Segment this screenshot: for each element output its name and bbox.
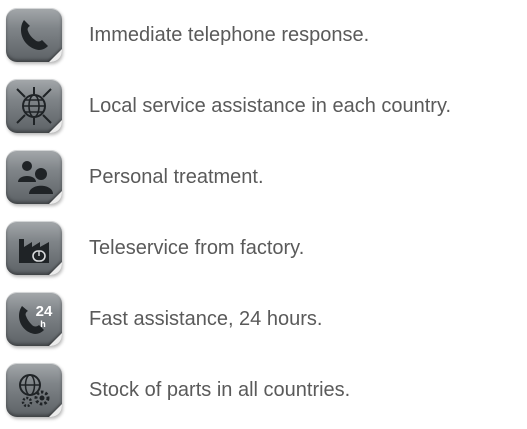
feature-item-telephone: Immediate telephone response. (0, 0, 527, 70)
globe-gears-icon (6, 363, 62, 417)
factory-icon (6, 221, 62, 275)
badge-unit: h (40, 319, 46, 329)
feature-item-stock-parts: Stock of parts in all countries. (0, 355, 527, 425)
phone-24h-icon: 24 h (6, 292, 62, 346)
feature-label: Immediate telephone response. (89, 24, 370, 46)
people-icon (6, 150, 62, 204)
feature-label: Teleservice from factory. (89, 237, 305, 259)
feature-label: Local service assistance in each country… (89, 95, 452, 117)
feature-label: Stock of parts in all countries. (89, 379, 351, 401)
feature-item-teleservice: Teleservice from factory. (0, 213, 527, 283)
feature-label: Fast assistance, 24 hours. (89, 308, 323, 330)
telephone-icon (6, 8, 62, 62)
globe-network-icon (6, 79, 62, 133)
badge-number: 24 (36, 303, 53, 320)
service-feature-list: Immediate telephone response. Local serv… (0, 0, 527, 429)
feature-label: Personal treatment. (89, 166, 264, 188)
feature-item-fast-assistance: 24 h Fast assistance, 24 hours. (0, 284, 527, 354)
feature-item-local-service: Local service assistance in each country… (0, 71, 527, 141)
feature-item-personal-treatment: Personal treatment. (0, 142, 527, 212)
